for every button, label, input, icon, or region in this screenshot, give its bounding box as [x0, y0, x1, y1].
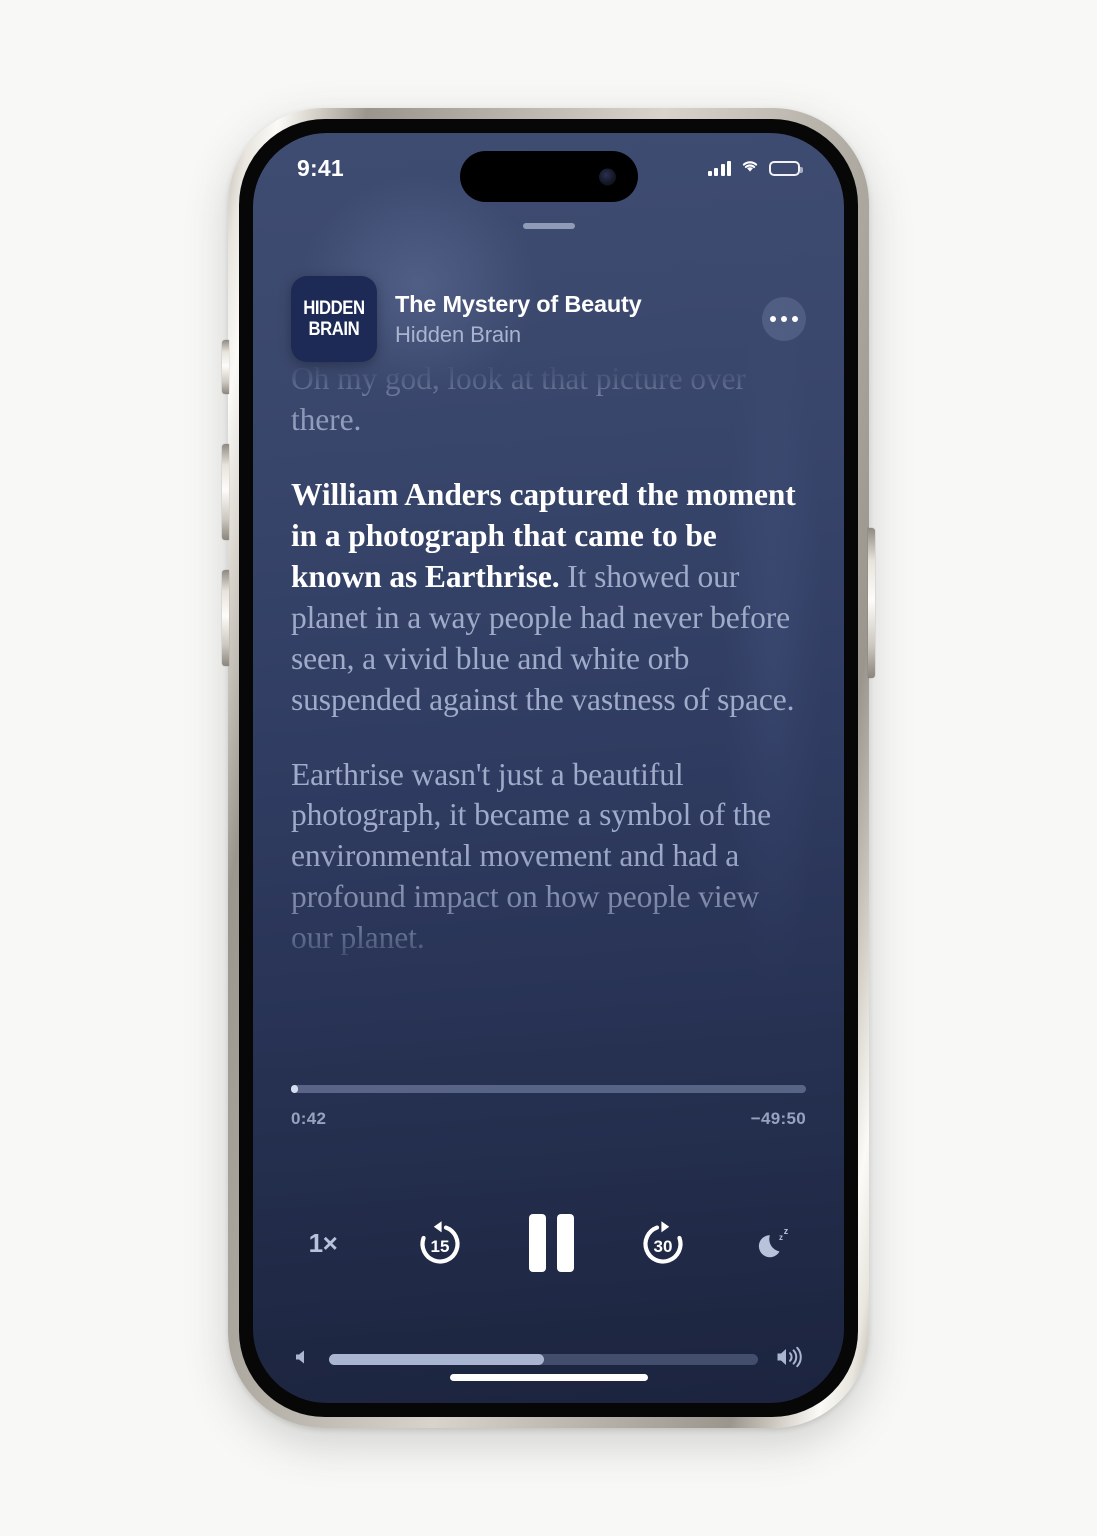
- moon-zzz-icon: z z: [758, 1226, 789, 1258]
- battery-icon: [769, 160, 803, 176]
- svg-text:z: z: [779, 1233, 783, 1242]
- skip-back-15-button[interactable]: 15: [412, 1215, 468, 1271]
- playback-speed-button[interactable]: 1×: [295, 1228, 351, 1259]
- now-playing-header: HIDDEN BRAIN The Mystery of Beauty Hidde…: [253, 276, 844, 362]
- speaker-low-icon: [293, 1347, 313, 1372]
- elapsed-time: 0:42: [291, 1109, 327, 1128]
- home-indicator[interactable]: [449, 1374, 648, 1381]
- transcript-paragraph-current[interactable]: William Anders captured the moment in a …: [291, 475, 806, 721]
- svg-text:15: 15: [431, 1237, 450, 1256]
- front-camera-icon: [598, 168, 616, 185]
- action-button[interactable]: [222, 340, 229, 394]
- playback-controls: 1× 15 30 z z: [253, 1188, 844, 1298]
- forward-30-icon: 30: [643, 1221, 683, 1264]
- transcript-panel[interactable]: Oh my god, look at that picture over the…: [253, 359, 844, 974]
- progress-scrubber[interactable]: [291, 1085, 806, 1093]
- progress-section: 0:42 −49:50: [253, 1085, 844, 1129]
- volume-slider[interactable]: [329, 1354, 758, 1365]
- wifi-icon: [740, 158, 760, 178]
- show-name[interactable]: Hidden Brain: [395, 322, 744, 348]
- svg-text:30: 30: [654, 1237, 673, 1256]
- dynamic-island[interactable]: [459, 151, 638, 202]
- player-tab-bar: ”: [253, 1401, 844, 1403]
- artwork-line-1: HIDDEN: [303, 298, 365, 319]
- artwork-line-2: BRAIN: [308, 319, 360, 340]
- svg-text:z: z: [784, 1226, 789, 1236]
- ellipsis-icon: [770, 316, 776, 322]
- remaining-time: −49:50: [750, 1109, 806, 1128]
- transcript-paragraph-upcoming[interactable]: Earthrise wasn't just a beautiful photog…: [291, 755, 806, 960]
- status-bar-indicators: [707, 158, 803, 178]
- episode-title: The Mystery of Beauty: [395, 290, 642, 317]
- transcript-paragraph-past[interactable]: Oh my god, look at that picture over the…: [291, 359, 806, 441]
- pause-button[interactable]: [529, 1214, 574, 1272]
- pause-icon: [557, 1214, 574, 1272]
- volume-fill: [329, 1354, 544, 1365]
- speaker-high-icon: [774, 1345, 804, 1374]
- sheet-grabber-handle[interactable]: [522, 223, 575, 229]
- pause-icon: [529, 1214, 546, 1272]
- power-button[interactable]: [868, 528, 875, 678]
- sleep-timer-button[interactable]: z z: [752, 1218, 802, 1268]
- status-bar-time: 9:41: [297, 154, 344, 181]
- ellipsis-icon: [781, 316, 787, 322]
- volume-down-button[interactable]: [222, 570, 229, 666]
- ellipsis-icon: [792, 316, 798, 322]
- skip-forward-30-button[interactable]: 30: [635, 1215, 691, 1271]
- progress-times: 0:42 −49:50: [291, 1109, 806, 1129]
- rewind-15-icon: 15: [420, 1221, 460, 1264]
- now-playing-meta: The Mystery of Beauty Hidden Brain: [395, 291, 744, 348]
- volume-section: [253, 1345, 844, 1374]
- more-options-button[interactable]: [762, 297, 806, 341]
- progress-fill: [291, 1085, 299, 1093]
- signal-bars-icon: [707, 160, 731, 176]
- phone-screen: 9:41 HIDDEN BRAIN The Mystery of Beauty …: [253, 133, 844, 1403]
- podcast-artwork[interactable]: HIDDEN BRAIN: [291, 276, 377, 362]
- volume-up-button[interactable]: [222, 444, 229, 540]
